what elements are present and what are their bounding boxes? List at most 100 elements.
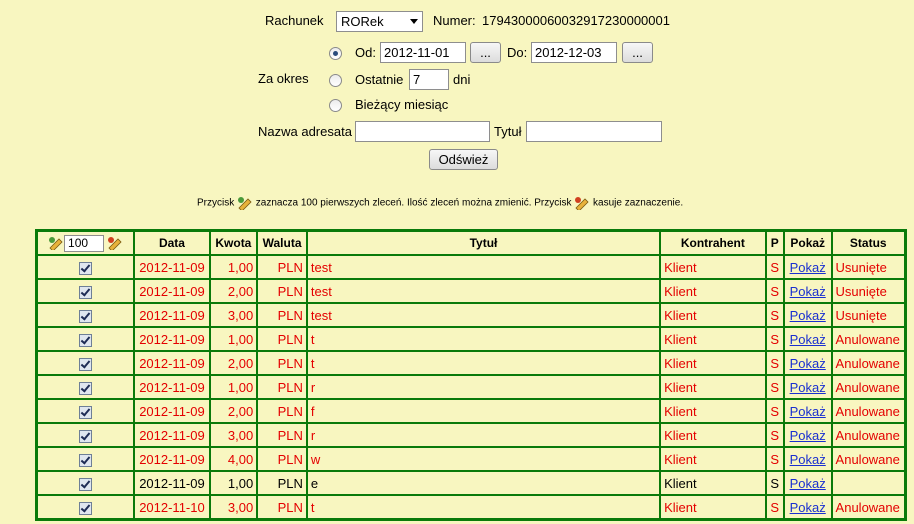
p-cell: S xyxy=(765,447,784,471)
show-link[interactable]: Pokaż xyxy=(790,500,826,515)
title-cell: r xyxy=(306,423,661,447)
table-row: 2012-11-10 3,00 PLN t Klient S Pokaż Anulowane xyxy=(37,495,905,519)
show-link[interactable]: Pokaż xyxy=(790,308,826,323)
row-checkbox[interactable] xyxy=(79,285,93,299)
show-cell[interactable]: Pokaż xyxy=(783,471,832,495)
row-checkbox[interactable] xyxy=(79,429,93,443)
select-header xyxy=(37,231,135,255)
amount-cell: 1,00 xyxy=(209,375,258,399)
row-checkbox-cell[interactable] xyxy=(37,279,135,303)
account-select[interactable]: RORek xyxy=(336,11,423,32)
show-link[interactable]: Pokaż xyxy=(790,284,826,299)
currency-cell: PLN xyxy=(257,351,307,375)
row-checkbox-cell[interactable] xyxy=(37,255,135,279)
show-link[interactable]: Pokaż xyxy=(790,380,826,395)
recipient-input[interactable] xyxy=(355,121,490,142)
table-row: 2012-11-09 3,00 PLN r Klient S Pokaż Anulowane xyxy=(37,423,905,447)
row-checkbox-cell[interactable] xyxy=(37,303,135,327)
show-cell[interactable]: Pokaż xyxy=(783,495,832,519)
title-header: Tytuł xyxy=(306,231,661,255)
select-count-input[interactable] xyxy=(64,234,105,252)
from-label: Od: xyxy=(355,45,376,60)
show-cell[interactable]: Pokaż xyxy=(783,447,832,471)
table-row: 2012-11-09 1,00 PLN test Klient S Pokaż Usunięt… xyxy=(37,255,905,279)
row-checkbox-cell[interactable] xyxy=(37,447,135,471)
title-cell-text: t xyxy=(310,499,315,515)
show-link[interactable]: Pokaż xyxy=(790,356,826,371)
p-cell-text: S xyxy=(770,427,780,443)
row-checkbox[interactable] xyxy=(79,357,93,371)
date-cell-text: 2012-11-09 xyxy=(139,283,205,299)
show-cell[interactable]: Pokaż xyxy=(783,255,832,279)
title-filter-input[interactable] xyxy=(526,121,662,142)
row-checkbox[interactable] xyxy=(79,309,93,323)
show-cell[interactable]: Pokaż xyxy=(783,279,832,303)
refresh-button[interactable]: Odśwież xyxy=(429,149,498,170)
date-cell: 2012-11-09 xyxy=(134,471,210,495)
account-select-value: RORek xyxy=(341,14,384,29)
show-link[interactable]: Pokaż xyxy=(790,332,826,347)
row-checkbox[interactable] xyxy=(79,501,93,515)
select-pencil-icon[interactable] xyxy=(48,236,64,250)
p-cell-text: S xyxy=(770,259,780,275)
row-checkbox[interactable] xyxy=(79,453,93,467)
amount-cell-text: 3,00 xyxy=(227,307,254,323)
show-cell[interactable]: Pokaż xyxy=(783,375,832,399)
currency-cell-text: PLN xyxy=(277,475,303,491)
row-checkbox-cell[interactable] xyxy=(37,375,135,399)
amount-cell-text: 1,00 xyxy=(227,331,254,347)
row-checkbox[interactable] xyxy=(79,381,93,395)
p-cell: S xyxy=(765,423,784,447)
p-cell-text: S xyxy=(770,499,780,515)
p-cell-text: S xyxy=(770,355,780,371)
row-checkbox-cell[interactable] xyxy=(37,423,135,447)
row-checkbox-cell[interactable] xyxy=(37,399,135,423)
row-checkbox-cell[interactable] xyxy=(37,495,135,519)
to-date-picker-button[interactable]: ... xyxy=(622,42,653,63)
from-date-input[interactable] xyxy=(380,42,466,63)
row-checkbox-cell[interactable] xyxy=(37,351,135,375)
show-cell[interactable]: Pokaż xyxy=(783,351,832,375)
show-cell[interactable]: Pokaż xyxy=(783,303,832,327)
p-cell-text: S xyxy=(770,475,780,491)
counterparty-cell-text: Klient xyxy=(664,403,697,419)
show-cell[interactable]: Pokaż xyxy=(783,399,832,423)
p-cell: S xyxy=(765,399,784,423)
radio-current-month[interactable] xyxy=(329,99,342,112)
row-checkbox[interactable] xyxy=(79,405,93,419)
show-link[interactable]: Pokaż xyxy=(790,260,826,275)
title-cell-text: test xyxy=(310,283,332,299)
account-number-label: Numer: xyxy=(433,13,476,28)
radio-last-days[interactable] xyxy=(329,74,342,87)
radio-date-range[interactable] xyxy=(329,47,342,60)
row-checkbox-cell[interactable] xyxy=(37,471,135,495)
amount-cell: 1,00 xyxy=(209,471,258,495)
show-link[interactable]: Pokaż xyxy=(790,476,826,491)
title-cell-text: e xyxy=(310,475,319,491)
date-cell: 2012-11-09 xyxy=(134,351,210,375)
status-cell: Usunięte xyxy=(831,303,905,327)
amount-cell: 2,00 xyxy=(209,351,258,375)
amount-cell: 3,00 xyxy=(209,303,258,327)
row-checkbox[interactable] xyxy=(79,333,93,347)
show-link[interactable]: Pokaż xyxy=(790,404,826,419)
last-days-input[interactable] xyxy=(409,69,449,90)
show-link[interactable]: Pokaż xyxy=(790,428,826,443)
show-cell[interactable]: Pokaż xyxy=(783,423,832,447)
show-link[interactable]: Pokaż xyxy=(790,452,826,467)
counterparty-cell-text: Klient xyxy=(664,331,697,347)
show-cell[interactable]: Pokaż xyxy=(783,327,832,351)
currency-cell: PLN xyxy=(257,495,307,519)
counterparty-cell: Klient xyxy=(660,447,766,471)
counterparty-cell-text: Klient xyxy=(664,475,697,491)
status-cell: Anulowane xyxy=(831,399,905,423)
row-checkbox[interactable] xyxy=(79,261,93,275)
from-date-picker-button[interactable]: ... xyxy=(470,42,501,63)
row-checkbox-cell[interactable] xyxy=(37,327,135,351)
row-checkbox[interactable] xyxy=(79,477,93,491)
clear-pencil-icon[interactable] xyxy=(107,236,123,250)
to-date-input[interactable] xyxy=(531,42,617,63)
status-cell-text: Anulowane xyxy=(835,451,900,467)
amount-cell-text: 3,00 xyxy=(227,427,254,443)
counterparty-cell: Klient xyxy=(660,423,766,447)
